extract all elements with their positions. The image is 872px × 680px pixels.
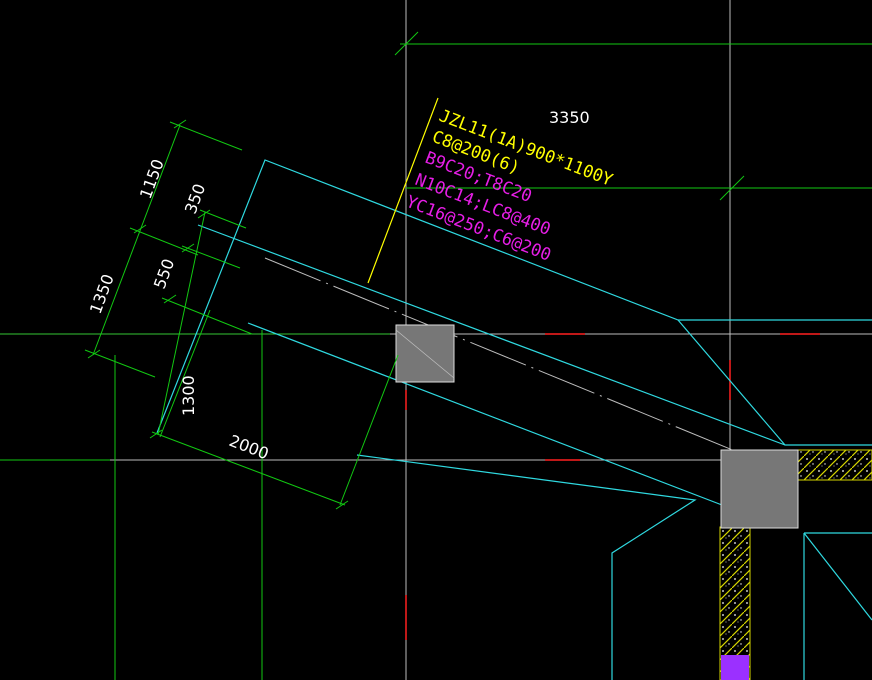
- dim-label-1300: 1300: [179, 375, 198, 416]
- dim-ext-230: [129, 227, 199, 256]
- dim-label-2000: 2000: [227, 431, 272, 463]
- dim-bottom-ext-left: [159, 309, 211, 438]
- wall-horizontal-hatch: [796, 449, 872, 481]
- column-square-2: [720, 449, 799, 529]
- dim-chain-left: [92, 124, 181, 356]
- dim-ext-inner-top: [199, 209, 247, 229]
- beam-annotation: JZL11(1A)900*1100Y C8@200(6) B9C20;T8C20…: [403, 106, 615, 266]
- beam-outline-lower: [356, 454, 697, 680]
- dim-label-1150: 1150: [136, 157, 168, 202]
- dim-ext-inner-low: [161, 297, 253, 335]
- cad-drawing-canvas[interactable]: 3350 1150 350 1350 550 1300 2000 JZL11(1…: [0, 0, 872, 680]
- dim-label-350: 350: [181, 181, 209, 216]
- dim-ext-bottom: [84, 349, 156, 378]
- foundation-right-diagonal: [803, 532, 872, 621]
- dim-label-1350: 1350: [86, 272, 118, 317]
- dim-label-550: 550: [150, 256, 178, 291]
- dim-bottom-ext-right: [339, 354, 399, 506]
- wall-purple-fill: [721, 655, 749, 680]
- columns: [395, 324, 799, 529]
- dim-label-3350: 3350: [549, 108, 590, 127]
- dim-ext-top: [169, 121, 243, 151]
- beam-outline-upper: [156, 159, 872, 446]
- beam-inner-edge-bottom: [247, 322, 723, 506]
- dim-ext-inner-mid: [181, 245, 241, 269]
- beam-inner-edge-top: [197, 224, 786, 446]
- beam-centerline: [264, 257, 741, 454]
